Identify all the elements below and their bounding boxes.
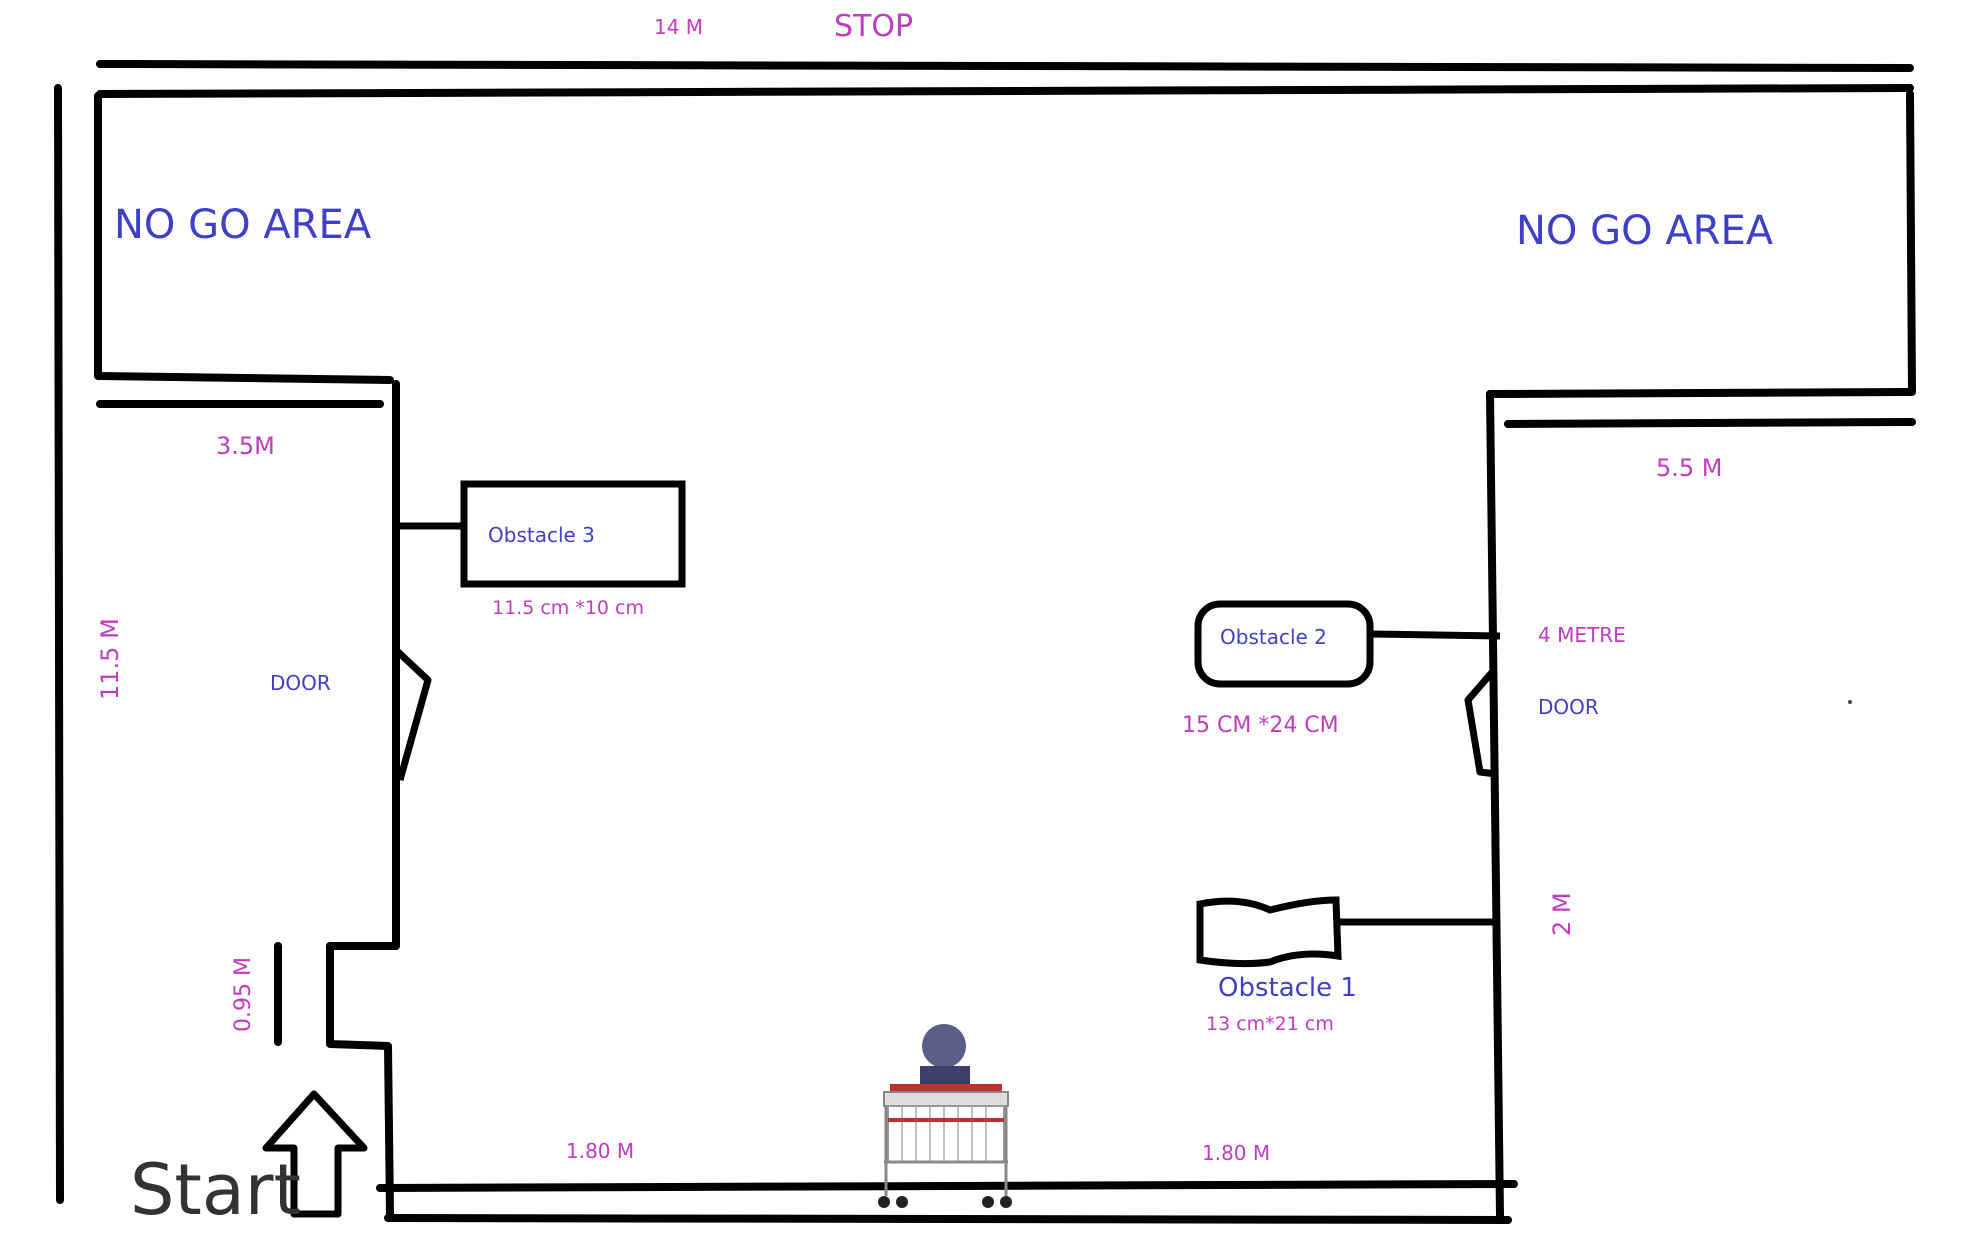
obstacle3-size: 11.5 cm *10 cm [492, 597, 644, 619]
obstacle2-distance: 4 METRE [1538, 623, 1626, 647]
top-outer-wall [96, 60, 1914, 72]
left-height-dimension: 11.5 M [96, 618, 124, 700]
bottom-left-dimension: 1.80 M [566, 1139, 634, 1163]
top-inner-wall [96, 84, 1914, 98]
bottom-right-dimension: 1.80 M [1202, 1141, 1270, 1165]
no-go-area-left: NO GO AREA [114, 202, 372, 248]
obstacle1-box [1196, 896, 1342, 968]
bottom-outer-wall [384, 1214, 1512, 1224]
left-top-dimension: 3.5M [216, 432, 275, 460]
door-left-icon [393, 647, 432, 781]
obstacle1-label: Obstacle 1 [1218, 973, 1357, 1003]
dot-marker [1848, 700, 1852, 704]
right-noGo-lower-wall [1504, 418, 1916, 428]
right-low-dimension: 2 M [1548, 892, 1576, 936]
robot-cart-icon [878, 1024, 1012, 1208]
entrance-width-dimension: 0.95 M [231, 957, 256, 1032]
stop-label: STOP [834, 9, 913, 44]
obstacle1-size: 13 cm*21 cm [1206, 1013, 1334, 1035]
door-left-label: DOOR [270, 671, 331, 695]
right-corridor-wall [1486, 390, 1504, 1220]
bottom-inner-wall [376, 1180, 1518, 1192]
obstacle2-label: Obstacle 2 [1220, 625, 1327, 649]
start-label: Start [130, 1149, 301, 1231]
right-top-dimension: 5.5 M [1656, 454, 1723, 482]
obstacle2-size: 15 CM *24 CM [1182, 713, 1339, 738]
floor-plan: 14 M STOP NO GO AREA NO GO AREA 3.5M 5.5… [54, 9, 1916, 1231]
door-right-label: DOOR [1538, 695, 1599, 719]
obstacle3-label: Obstacle 3 [488, 523, 595, 547]
obstacle2-connector [1369, 630, 1501, 640]
left-corridor-wall [326, 380, 400, 1218]
left-outer-wall [54, 84, 64, 1204]
top-dimension: 14 M [654, 15, 703, 39]
no-go-area-right: NO GO AREA [1516, 208, 1774, 254]
